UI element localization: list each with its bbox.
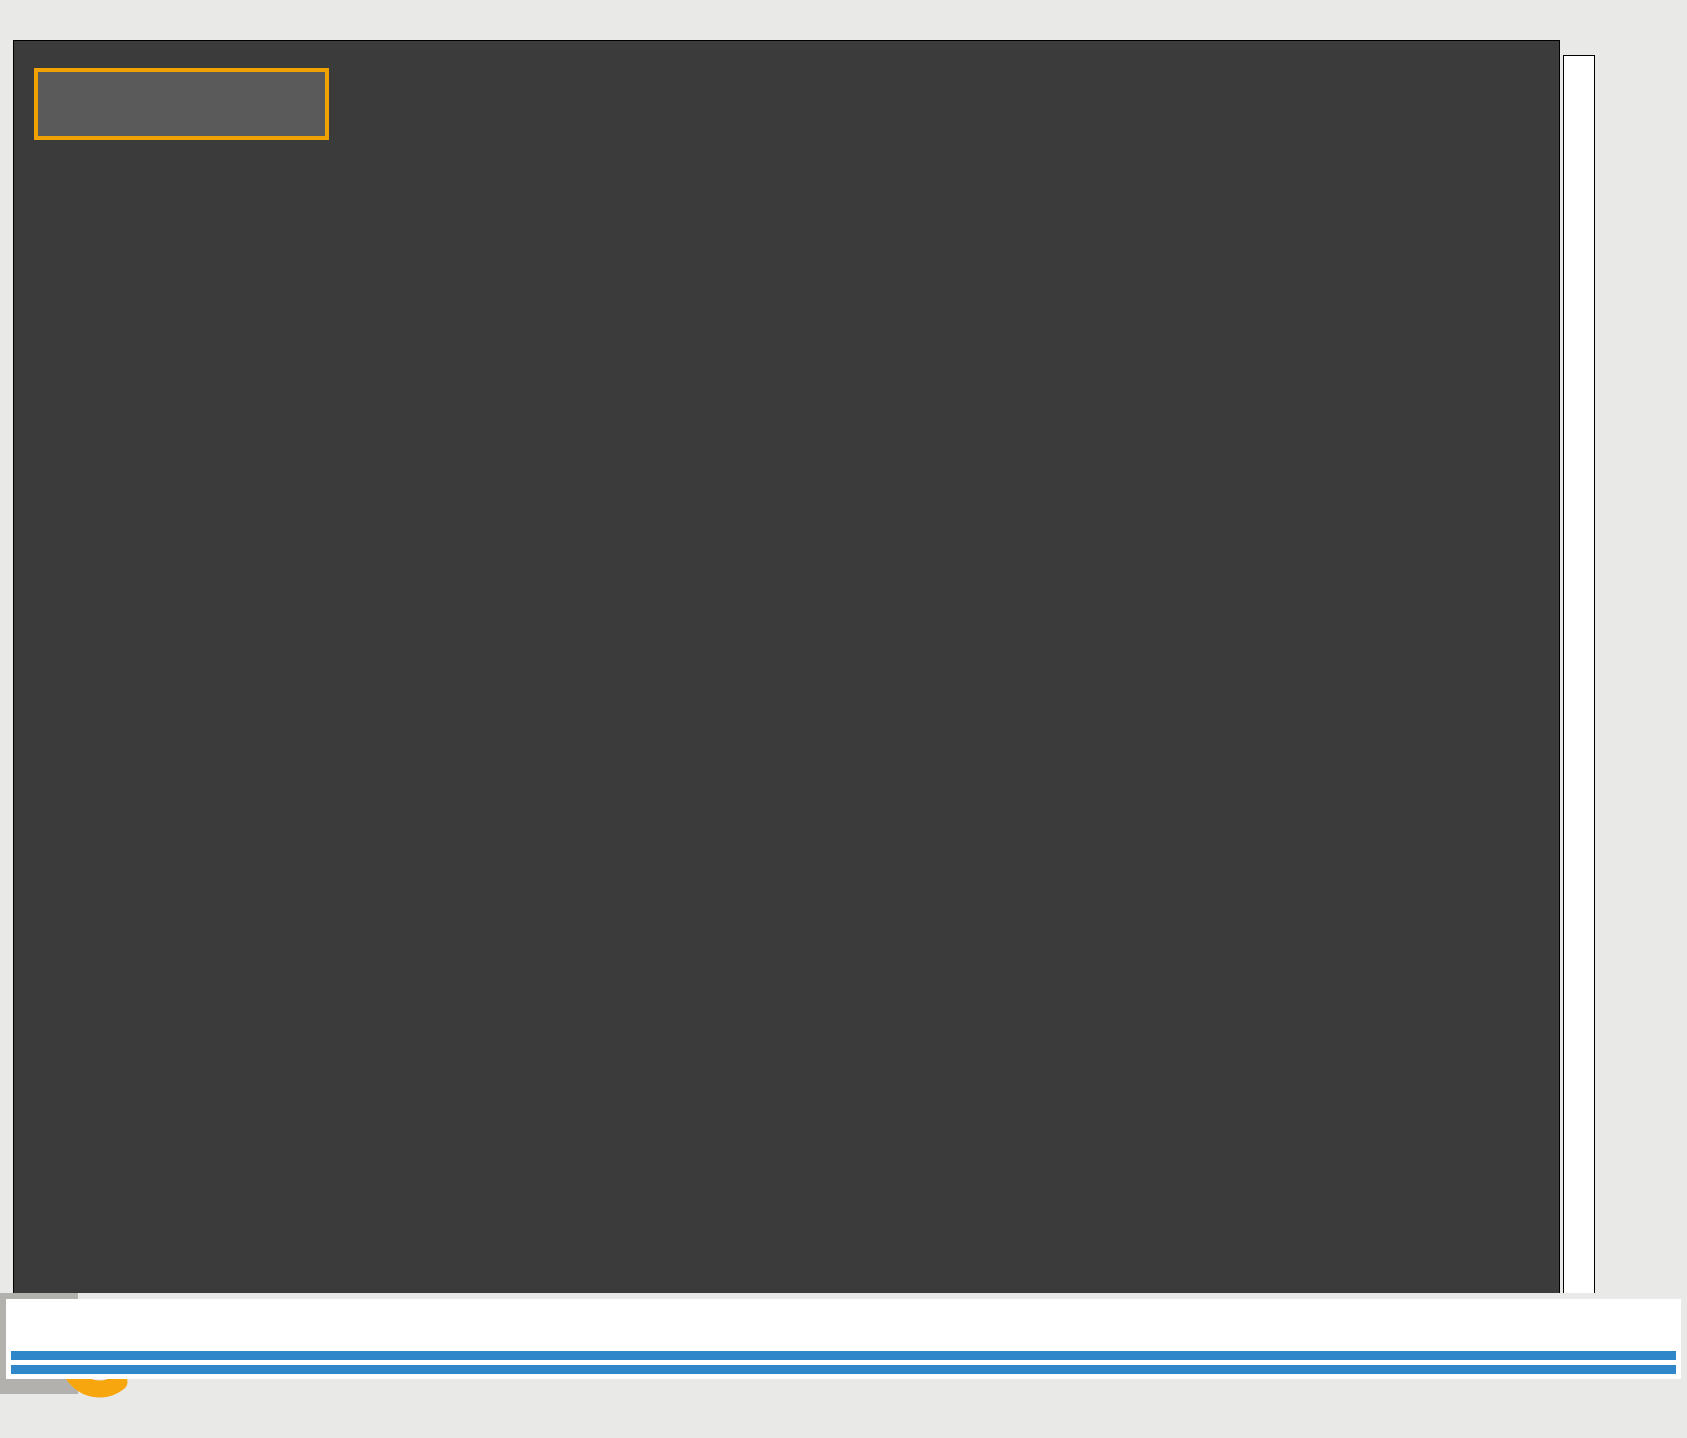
dbz-colorbar	[1563, 55, 1687, 1294]
footer-logos	[0, 1293, 1687, 1438]
inta-logo-panel	[6, 1299, 1681, 1379]
dbz-colorbar-gradient	[1563, 55, 1595, 1294]
inta-bar-icon	[11, 1351, 1676, 1360]
radar-mosaic-page	[0, 0, 1687, 1438]
radar-map	[14, 41, 1559, 1293]
inta-bar-icon	[11, 1365, 1676, 1374]
alert-banner	[34, 68, 329, 140]
radar-map-panel	[13, 40, 1560, 1294]
inta-logo	[0, 1293, 1681, 1394]
